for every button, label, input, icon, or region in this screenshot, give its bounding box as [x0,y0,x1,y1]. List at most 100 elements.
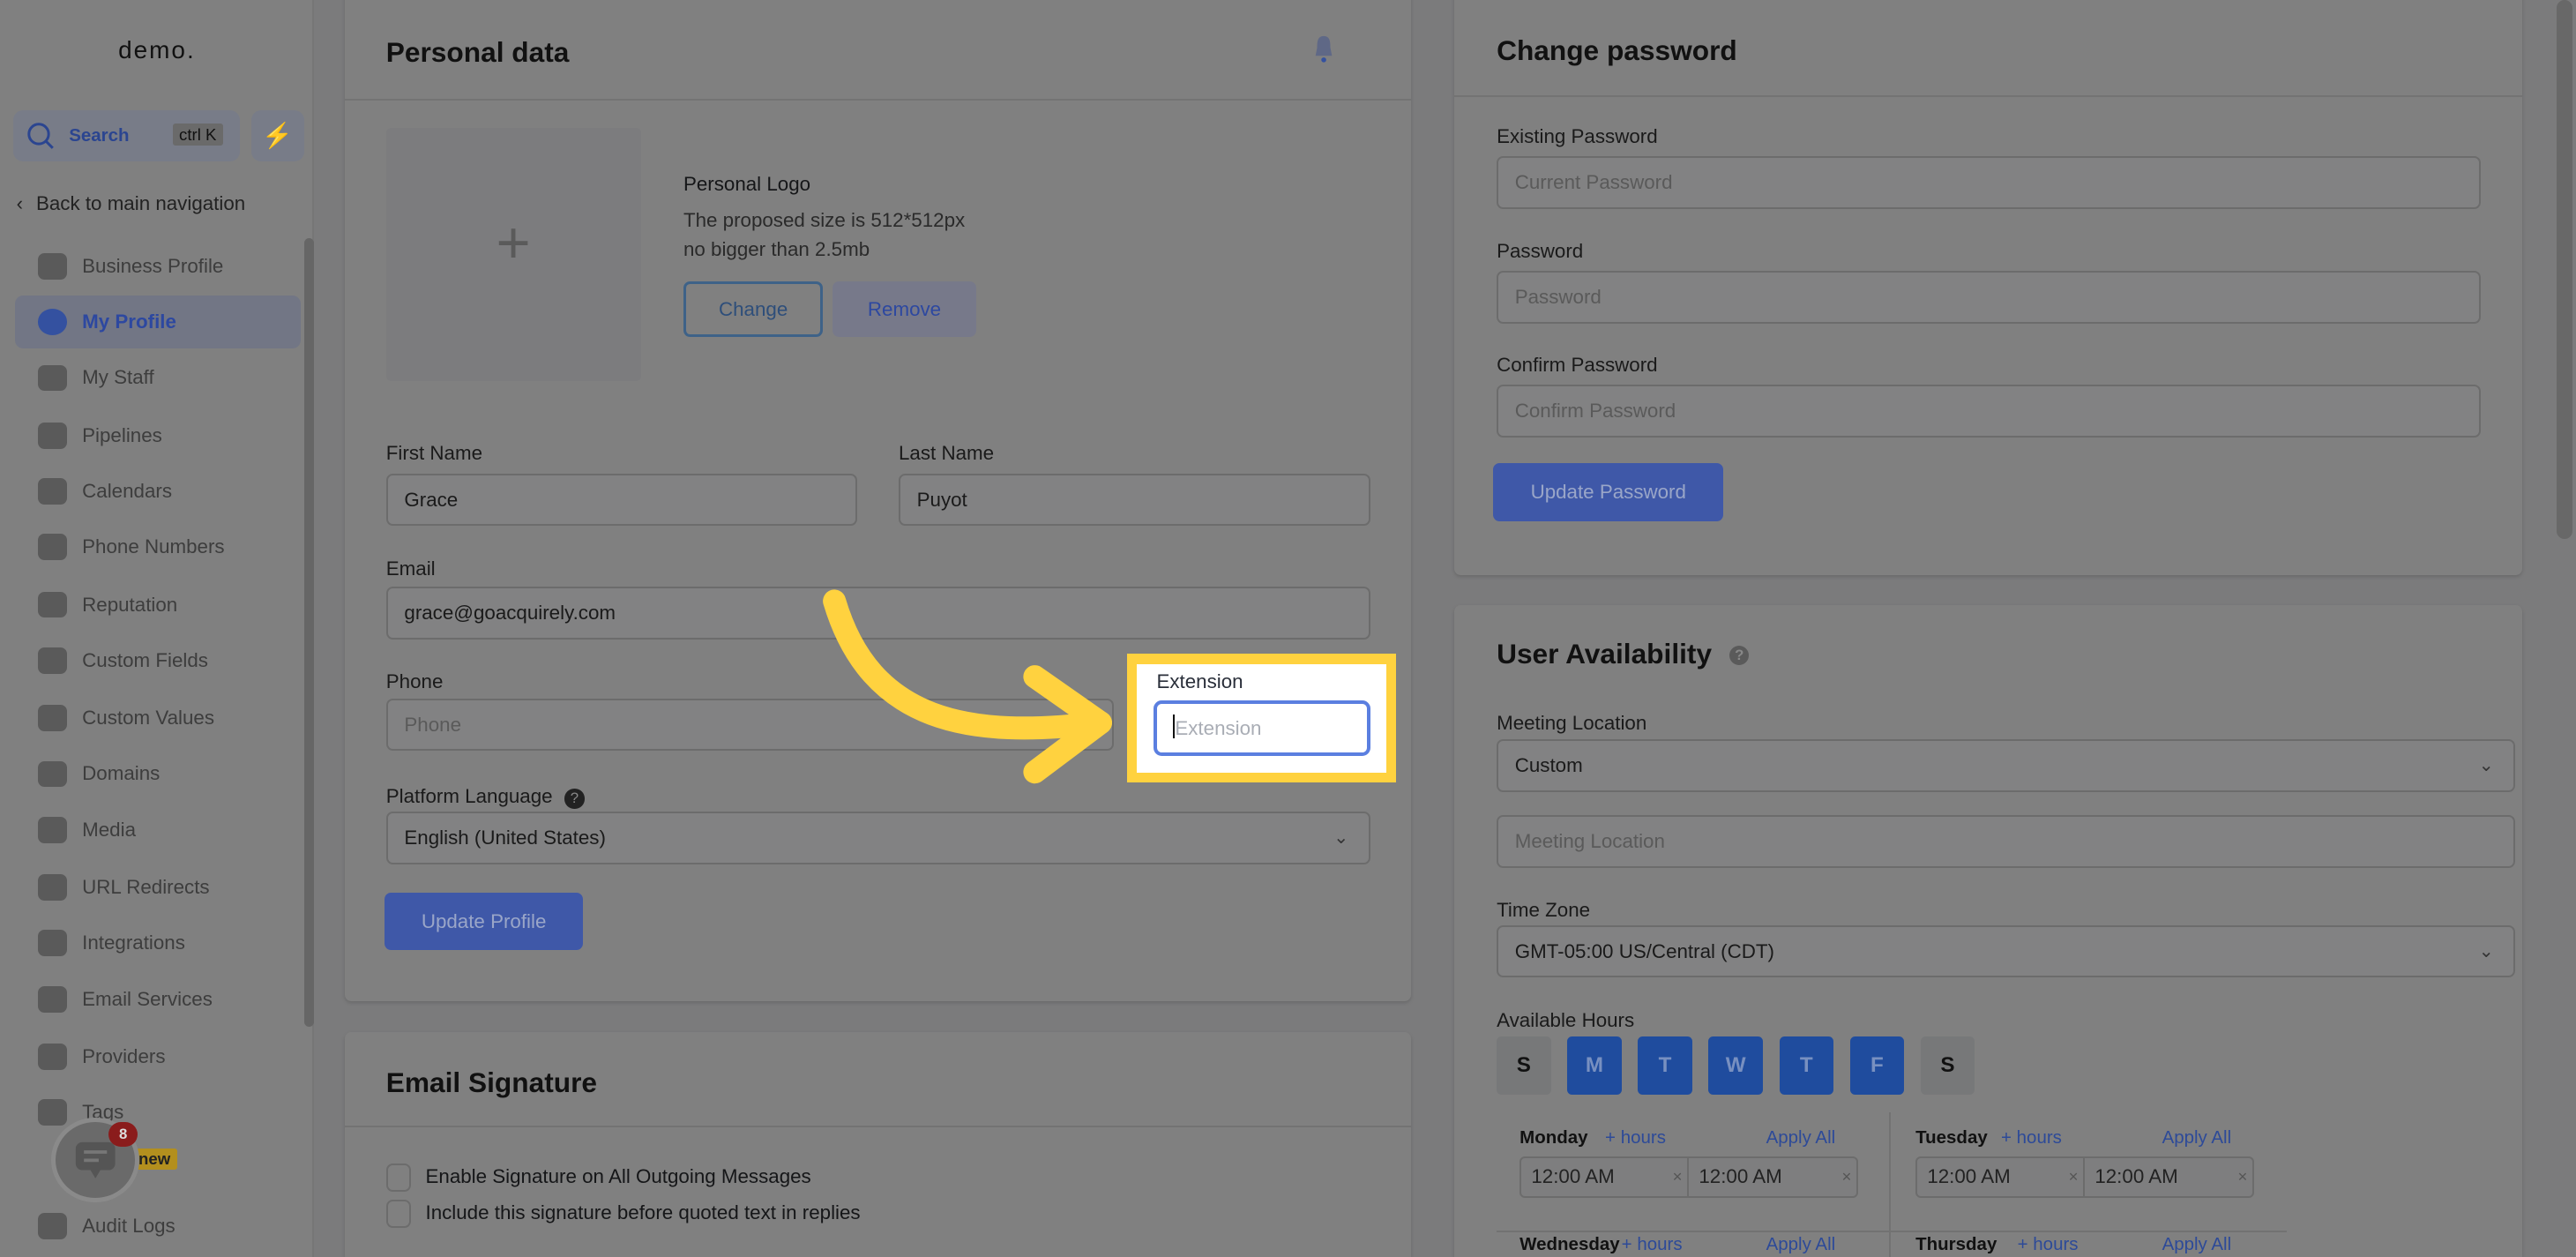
sidebar-item-custom-fields[interactable]: Custom Fields [15,634,301,687]
sidebar-item-label: Email Services [82,987,213,1010]
user-circle-icon [37,309,68,335]
add-hours-link[interactable]: + hours [2018,1234,2079,1255]
update-password-button[interactable]: Update Password [1493,463,1724,521]
include-signature-checkbox[interactable] [385,1199,411,1228]
end-time-input[interactable]: 12:00 AM × [1687,1156,1858,1199]
apply-all-link[interactable]: Apply All [2162,1127,2232,1149]
confirm-password-input[interactable]: Confirm Password [1497,384,2481,438]
sidebar-item-business-profile[interactable]: Business Profile [15,240,301,293]
card-title: Email Signature [385,1066,598,1098]
add-hours-link[interactable]: + hours [2001,1127,2062,1149]
clear-icon[interactable]: × [2069,1158,2079,1196]
sidebar-item-my-staff[interactable]: My Staff [15,352,301,405]
sidebar-item-providers[interactable]: Providers [15,1030,301,1083]
redirect-icon [37,874,68,901]
clear-icon[interactable]: × [1673,1158,1683,1196]
remove-logo-button[interactable]: Remove [833,281,976,337]
start-time-input[interactable]: 12:00 AM × [1519,1156,1690,1199]
apply-all-link[interactable]: Apply All [2162,1234,2232,1255]
sidebar-item-my-profile[interactable]: My Profile [14,296,301,348]
clear-icon[interactable]: × [1841,1158,1851,1196]
sidebar-item-url-redirects[interactable]: URL Redirects [15,861,301,914]
apply-all-link[interactable]: Apply All [1766,1127,1836,1149]
sidebar-item-media[interactable]: Media [15,804,301,857]
day-toggle[interactable]: F [1849,1036,1905,1095]
sidebar-item-domains[interactable]: Domains [15,748,301,801]
divider [345,1126,1412,1128]
first-name-label: First Name [385,442,483,465]
day-toggle[interactable]: S [1920,1036,1975,1095]
sidebar-item-email-services[interactable]: Email Services [15,973,301,1026]
end-time-value: 12:00 AM [2094,1165,2178,1188]
bell-icon[interactable] [1312,34,1335,64]
meeting-location-value: Custom [1514,754,1583,777]
card-title: User Availability ? [1497,637,1750,670]
platform-language-select[interactable]: English (United States) ⌄ [385,812,1370,864]
divider [345,98,1412,101]
day-toggle[interactable]: T [1638,1036,1692,1095]
chevron-down-icon: ⌄ [1333,827,1349,849]
change-logo-button[interactable]: Change [683,281,824,337]
meeting-location-select[interactable]: Custom ⌄ [1497,739,2516,792]
quick-actions-button[interactable]: ⚡ [251,109,304,161]
sidebar-item-label: My Profile [82,311,176,333]
search-button[interactable]: Search ctrl K [12,109,240,161]
sidebar-item-label: Reputation [82,593,178,616]
divider [1453,95,2522,98]
logo-title: Personal Logo [683,172,811,195]
email-label: Email [385,557,436,580]
sidebar-item-tags[interactable]: Tags [15,1086,301,1139]
day-toggle[interactable]: M [1567,1036,1622,1095]
start-time-input[interactable]: 12:00 AM × [1915,1156,2086,1199]
day-name: Thursday [1915,1234,1997,1255]
fields-icon [37,647,68,674]
apply-all-link[interactable]: Apply All [1766,1234,1836,1255]
sidebar-item-custom-values[interactable]: Custom Values [15,692,301,744]
sidebar-item-label: Business Profile [82,254,224,277]
last-name-input[interactable]: Puyot [899,473,1370,527]
enable-signature-checkbox[interactable] [385,1163,411,1192]
availability-title: User Availability [1497,637,1713,670]
password-input[interactable]: Password [1497,271,2481,324]
add-hours-link[interactable]: + hours [1622,1234,1683,1255]
day-toggle[interactable]: T [1779,1036,1833,1095]
logo-upload-area[interactable]: + [385,128,641,382]
chevron-down-icon: ⌄ [2478,755,2494,776]
filter-icon [37,422,68,449]
sidebar-item-label: Phone Numbers [82,535,225,558]
help-icon[interactable]: ? [564,789,585,809]
sidebar-item-audit-logs[interactable]: Audit Logs [15,1200,301,1253]
lightning-icon: ⚡ [262,121,294,149]
include-signature-label: Include this signature before quoted tex… [425,1201,861,1223]
clear-icon[interactable]: × [2237,1158,2247,1196]
integrations-icon [37,930,68,957]
sidebar-item-label: URL Redirects [82,875,210,898]
sidebar-item-pipelines[interactable]: Pipelines [15,409,301,462]
start-time-value: 12:00 AM [1927,1165,2011,1188]
meeting-location-input[interactable]: Meeting Location [1497,814,2516,868]
back-to-main-navigation[interactable]: ‹ Back to main navigation [17,192,246,215]
time-zone-value: GMT-05:00 US/Central (CDT) [1514,939,1774,962]
sidebar-item-calendars[interactable]: Calendars [15,465,301,518]
phone-label: Phone [385,670,444,693]
existing-password-input[interactable]: Current Password [1497,155,2481,209]
add-hours-link[interactable]: + hours [1605,1127,1666,1149]
page-scrollbar[interactable] [2556,0,2573,540]
update-profile-button[interactable]: Update Profile [384,892,584,950]
help-icon[interactable]: ? [1729,646,1750,666]
chat-unread-badge: 8 [108,1122,138,1148]
extension-input[interactable]: Extension [1153,700,1370,756]
time-zone-select[interactable]: GMT-05:00 US/Central (CDT) ⌄ [1497,924,2516,978]
logo-hint: no bigger than 2.5mb [683,238,870,261]
sidebar-item-reputation[interactable]: Reputation [15,579,301,632]
day-toggle[interactable]: S [1497,1036,1551,1095]
chevron-down-icon: ⌄ [2478,940,2494,961]
phone-icon [37,534,68,561]
first-name-input[interactable]: Grace [385,473,858,527]
sidebar-item-phone-numbers[interactable]: Phone Numbers [15,521,301,574]
sidebar-scrollbar[interactable] [303,238,314,1028]
sidebar-item-integrations[interactable]: Integrations [15,917,301,969]
sidebar-item-label: Audit Logs [82,1214,175,1237]
end-time-input[interactable]: 12:00 AM × [2083,1156,2254,1199]
day-toggle[interactable]: W [1708,1036,1763,1095]
